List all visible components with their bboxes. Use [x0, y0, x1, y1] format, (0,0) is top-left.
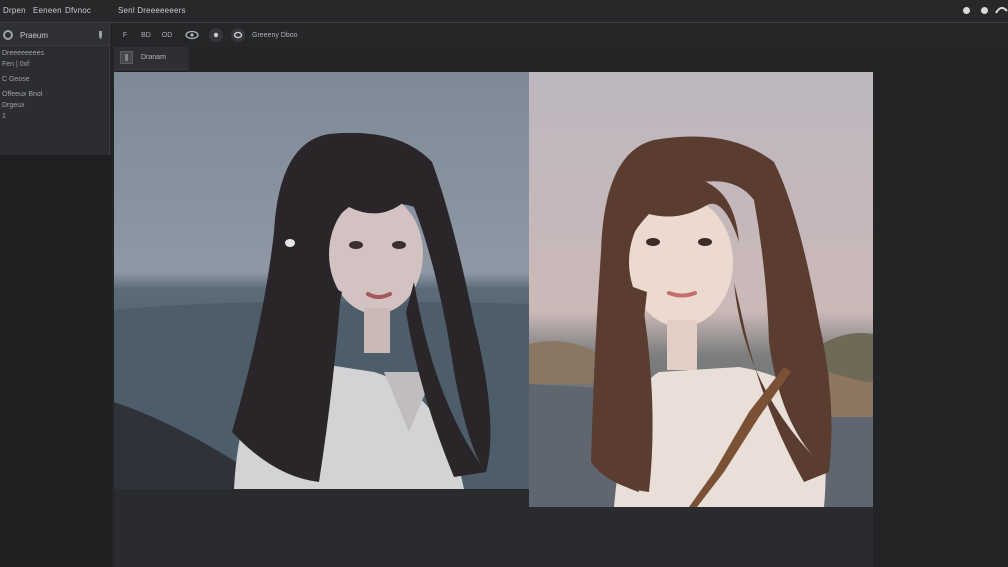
- menu-item-1[interactable]: Drpen: [3, 6, 26, 15]
- image-left[interactable]: [114, 72, 529, 489]
- toolbar-button-2[interactable]: BD: [139, 28, 153, 42]
- panel-line-5[interactable]: Drgeux: [2, 102, 25, 109]
- menu-item-2[interactable]: Eeneen: [33, 6, 62, 15]
- panel-line-4[interactable]: Offeeux Bnol: [2, 91, 42, 98]
- toolbar-label[interactable]: Greeeny Dboo: [252, 28, 302, 42]
- left-empty-region: [0, 155, 112, 567]
- toolbar-button-1[interactable]: F: [120, 28, 130, 42]
- menu-item-3[interactable]: Dfvnoc: [65, 6, 91, 15]
- side-panel-header: Praeum: [0, 23, 109, 46]
- maximize-icon[interactable]: [981, 7, 988, 14]
- panel-line-1: Dreeeeeeees: [2, 50, 45, 57]
- tab-bar: Dranam: [112, 47, 1008, 70]
- minimize-icon[interactable]: [963, 7, 970, 14]
- toolbar: F BD OD Greeeny Dboo: [112, 23, 1008, 47]
- menu-item-4[interactable]: Senl Dreeeeeeers: [118, 6, 186, 15]
- toolbar-button-3[interactable]: OD: [160, 28, 174, 42]
- panel-line-3[interactable]: C Geose: [2, 76, 30, 83]
- panel-line-6: 1: [2, 113, 6, 120]
- view-toggle-icon[interactable]: [209, 28, 223, 42]
- side-panel: Praeum Dreeeeeeees Fen | 0xf C Geose Off…: [0, 23, 110, 155]
- document-icon: [120, 51, 133, 64]
- close-icon[interactable]: [995, 5, 1008, 15]
- toolbar-button-4[interactable]: [198, 28, 204, 42]
- panel-title: Praeum: [20, 31, 49, 40]
- pin-icon[interactable]: [97, 30, 104, 40]
- gear-icon[interactable]: [3, 30, 13, 40]
- image-right[interactable]: [529, 72, 873, 507]
- title-bar: Drpen Eeneen Dfvnoc Senl Dreeeeeeers: [0, 0, 1008, 23]
- tab-label: Dranam: [141, 54, 166, 61]
- eye-icon[interactable]: [185, 28, 199, 42]
- compare-icon[interactable]: [231, 28, 245, 42]
- tab-document[interactable]: Dranam: [114, 47, 189, 70]
- panel-line-2: Fen | 0xf: [2, 61, 30, 68]
